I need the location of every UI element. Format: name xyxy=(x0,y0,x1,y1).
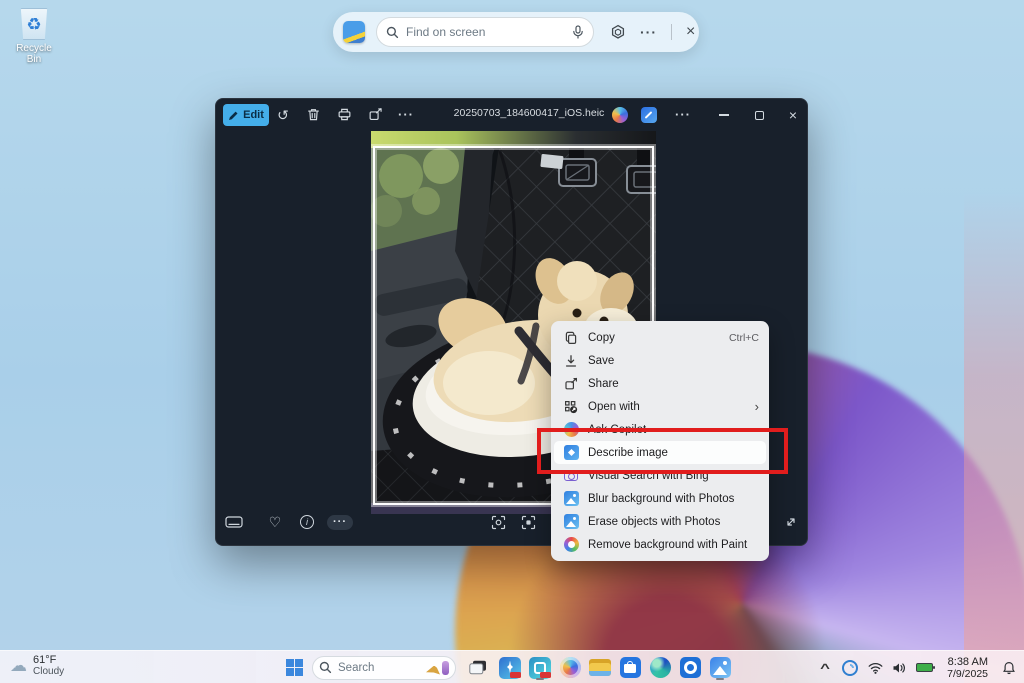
close-window-icon[interactable]: × xyxy=(785,107,801,123)
pro-badge xyxy=(510,672,521,678)
delete-icon[interactable] xyxy=(306,107,321,122)
hexagon-box-icon[interactable] xyxy=(610,24,626,40)
running-indicator xyxy=(536,678,544,680)
photos-app-icon xyxy=(563,514,579,530)
video-app-pro-icon[interactable] xyxy=(527,655,553,680)
click-to-do-app-icon xyxy=(343,21,365,43)
more-footer-icon[interactable]: ··· xyxy=(326,507,354,537)
menu-item-blur-background[interactable]: Blur background with Photos xyxy=(551,487,769,510)
open-with-icon xyxy=(563,399,579,415)
menu-item-label: Save xyxy=(588,355,759,367)
weather-condition: Cloudy xyxy=(33,666,64,677)
find-search-box[interactable] xyxy=(376,17,594,47)
wallpaper-edge-tint xyxy=(964,0,1024,683)
clock[interactable]: 8:38 AM 7/9/2025 xyxy=(947,656,988,680)
menu-item-label: Blur background with Photos xyxy=(588,493,759,505)
taskbar-search-box[interactable] xyxy=(312,656,456,680)
save-icon xyxy=(563,353,579,369)
pro-badge xyxy=(540,672,551,678)
print-icon[interactable] xyxy=(337,107,352,122)
more-glyph: ··· xyxy=(327,515,353,530)
paint-app-icon xyxy=(563,537,579,553)
edit-button[interactable]: Edit xyxy=(223,104,269,126)
battery-icon[interactable] xyxy=(911,663,937,672)
running-indicator xyxy=(716,678,724,680)
recycle-bin-icon: ♻ xyxy=(19,8,49,40)
menu-item-erase-objects[interactable]: Erase objects with Photos xyxy=(551,510,769,533)
window-title: 20250703_184600417_iOS.heic xyxy=(444,107,614,119)
fullscreen-icon[interactable] xyxy=(782,507,800,537)
menu-item-label: Open with xyxy=(588,401,755,413)
copy-icon xyxy=(563,330,579,346)
weather-temperature: 61°F xyxy=(33,654,64,666)
menu-item-shortcut: Ctrl+C xyxy=(729,332,759,344)
zoom-fit-icon[interactable] xyxy=(489,507,507,537)
share-icon[interactable] xyxy=(368,107,383,122)
rotate-icon[interactable]: ↺ xyxy=(275,107,291,123)
copilot-taskbar-icon[interactable] xyxy=(557,655,583,680)
menu-item-save[interactable]: Save xyxy=(551,349,769,372)
wifi-icon[interactable] xyxy=(863,662,887,674)
search-highlight-image xyxy=(426,661,449,675)
cloud-icon: ☁ xyxy=(10,657,27,674)
share-icon xyxy=(563,376,579,392)
find-on-screen-bar: ··· × xyxy=(333,12,699,52)
favorite-icon[interactable]: ♡ xyxy=(266,507,284,537)
shoe-graphic xyxy=(426,666,440,675)
outlook-icon[interactable] xyxy=(677,655,703,680)
filmstrip-icon[interactable] xyxy=(224,507,244,537)
bottle-graphic xyxy=(442,661,449,675)
volume-icon[interactable] xyxy=(887,662,911,674)
menu-item-label: Copy xyxy=(588,332,729,344)
more-toolbar-icon[interactable]: ··· xyxy=(398,107,414,122)
tray-chevron-up-icon[interactable]: ^ xyxy=(808,661,842,675)
menu-item-label: Share xyxy=(588,378,759,390)
divider xyxy=(671,24,672,40)
tray-time: 8:38 AM xyxy=(947,656,988,668)
search-icon xyxy=(386,26,399,39)
photos-app-icon[interactable] xyxy=(707,655,733,680)
taskbar: ☁ 61°F Cloudy xyxy=(0,650,1024,683)
designer-icon[interactable] xyxy=(641,107,657,123)
edge-icon[interactable] xyxy=(647,655,673,680)
menu-item-label: Erase objects with Photos xyxy=(588,516,759,528)
more-titlebar-icon[interactable]: ··· xyxy=(675,107,691,122)
more-options-icon[interactable]: ··· xyxy=(640,24,657,40)
zoom-actual-icon[interactable] xyxy=(519,507,537,537)
copilot-icon[interactable] xyxy=(612,107,628,123)
recycle-glyph: ♻ xyxy=(26,16,41,33)
tray-date: 7/9/2025 xyxy=(947,668,988,680)
microphone-icon[interactable] xyxy=(572,25,584,39)
weather-widget[interactable]: ☁ 61°F Cloudy xyxy=(10,654,64,677)
photo-app-pro-icon[interactable] xyxy=(497,655,523,680)
recycle-bin-shortcut[interactable]: ♻ Recycle Bin xyxy=(8,8,60,65)
microsoft-store-icon[interactable] xyxy=(617,655,643,680)
file-explorer-icon[interactable] xyxy=(587,655,613,680)
close-icon[interactable]: × xyxy=(686,24,695,40)
edit-label: Edit xyxy=(243,109,264,121)
maximize-icon[interactable] xyxy=(751,107,767,123)
notification-bell-icon[interactable] xyxy=(996,661,1022,675)
menu-item-copy[interactable]: Copy Ctrl+C xyxy=(551,326,769,349)
menu-item-label: Remove background with Paint xyxy=(588,539,759,551)
recycle-bin-label: Recycle Bin xyxy=(8,43,60,65)
info-icon[interactable]: i xyxy=(298,507,316,537)
menu-item-share[interactable]: Share xyxy=(551,372,769,395)
menu-item-open-with[interactable]: Open with › xyxy=(551,395,769,418)
annotation-highlight-box xyxy=(537,428,788,474)
menu-item-remove-background[interactable]: Remove background with Paint xyxy=(551,533,769,556)
taskbar-search-input[interactable] xyxy=(338,662,408,674)
search-icon xyxy=(319,661,332,674)
task-view-icon[interactable] xyxy=(465,655,491,680)
start-button[interactable] xyxy=(281,655,307,680)
submenu-chevron-icon: › xyxy=(755,399,759,414)
info-glyph: i xyxy=(300,515,314,529)
minimize-icon[interactable] xyxy=(716,107,732,123)
photos-app-icon xyxy=(563,491,579,507)
find-on-screen-input[interactable] xyxy=(406,25,572,39)
